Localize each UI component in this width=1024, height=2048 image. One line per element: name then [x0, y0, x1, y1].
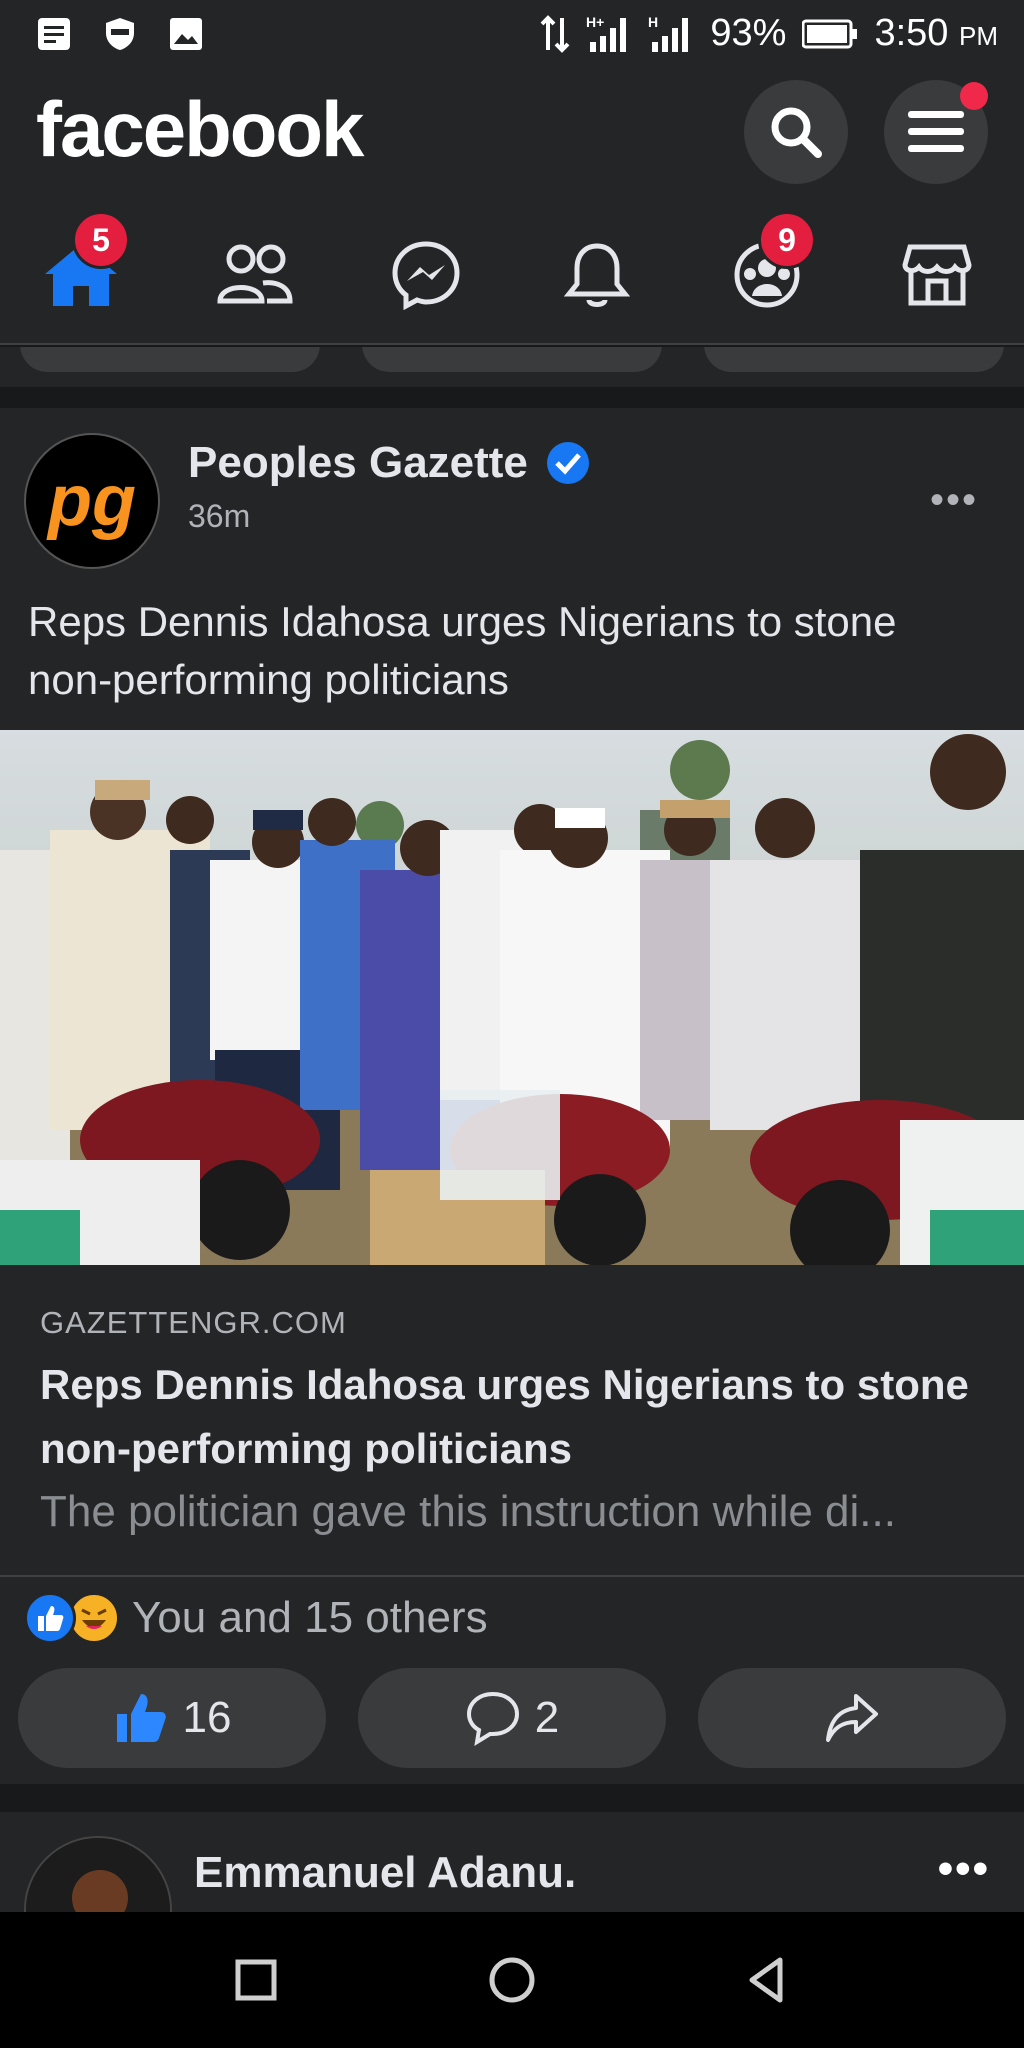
notes-notification-icon	[38, 18, 70, 50]
tab-messenger[interactable]	[381, 235, 471, 315]
svg-text:H+: H+	[586, 14, 604, 30]
marketplace-icon	[902, 244, 972, 306]
post-more-options-button[interactable]: •••	[930, 478, 978, 523]
feed-post: pg Peoples Gazette 36m ••• Reps Dennis I…	[0, 408, 1024, 1784]
story-pill[interactable]	[704, 347, 1004, 372]
friends-icon	[217, 244, 293, 304]
clock-ampm: PM	[959, 21, 998, 51]
post-author-row: Peoples Gazette	[188, 438, 590, 488]
stories-strip	[0, 347, 1024, 387]
post-timestamp[interactable]: 36m	[188, 498, 250, 535]
recent-apps-icon[interactable]	[226, 1950, 286, 2010]
app-header: facebook	[0, 70, 1024, 190]
back-icon[interactable]	[738, 1950, 798, 2010]
data-transfer-icon	[540, 14, 570, 53]
tab-notifications[interactable]	[552, 235, 642, 315]
svg-text:H: H	[648, 14, 658, 30]
feed-divider	[0, 1784, 1024, 1812]
like-button[interactable]: 16	[18, 1668, 326, 1768]
menu-button[interactable]	[884, 80, 988, 184]
tab-groups[interactable]: 9	[722, 211, 816, 315]
groups-badge: 9	[758, 211, 816, 269]
tab-marketplace[interactable]	[892, 235, 982, 315]
comment-icon	[466, 1691, 519, 1746]
post-more-options-button[interactable]: •••	[938, 1844, 990, 1894]
main-nav-tabs: 5 9	[0, 190, 1024, 345]
home-badge: 5	[72, 211, 130, 269]
post-author[interactable]: Emmanuel Adanu.	[194, 1848, 576, 1898]
reaction-text: You and 15 others	[132, 1593, 488, 1642]
page-avatar-logo: pg	[48, 461, 136, 541]
link-domain: GAZETTENGR.COM	[40, 1305, 347, 1340]
like-reaction-icon	[24, 1592, 76, 1644]
shield-notification-icon	[106, 18, 134, 50]
battery-icon	[802, 19, 858, 48]
comment-button[interactable]: 2	[358, 1668, 666, 1768]
share-button[interactable]	[698, 1668, 1006, 1768]
verified-badge-icon	[546, 442, 589, 484]
story-pill[interactable]	[20, 347, 320, 372]
story-pill[interactable]	[362, 347, 662, 372]
status-bar: H+ H 93% 3:50 PM	[0, 0, 1024, 70]
comment-count: 2	[534, 1693, 560, 1742]
link-preview-image[interactable]	[0, 730, 1024, 1265]
battery-percent: 93%	[710, 12, 787, 54]
clock-time: 3:50	[874, 12, 949, 54]
tab-friends[interactable]	[210, 235, 300, 315]
share-icon	[826, 1694, 878, 1742]
tab-home[interactable]: 5	[36, 211, 130, 315]
event-photo	[0, 730, 1024, 1265]
search-icon	[771, 107, 822, 158]
clock: 3:50 PM	[874, 12, 998, 55]
search-button[interactable]	[744, 80, 848, 184]
hamburger-menu-icon	[908, 111, 964, 152]
thumbs-up-icon	[116, 1694, 166, 1742]
signal-h-icon: H	[648, 14, 689, 52]
post-text: Reps Dennis Idahosa urges Nigerians to s…	[28, 598, 897, 703]
home-nav-icon[interactable]	[482, 1950, 542, 2010]
author-avatar[interactable]	[24, 1836, 172, 1912]
bell-icon	[564, 243, 630, 307]
link-description: The politician gave this instruction whi…	[40, 1487, 896, 1536]
menu-notification-dot	[960, 82, 988, 110]
android-nav-bar	[0, 1912, 1024, 2048]
link-preview[interactable]: GAZETTENGR.COM Reps Dennis Idahosa urges…	[0, 1265, 1024, 1577]
page-avatar[interactable]: pg	[24, 433, 160, 569]
feed-post-next: Emmanuel Adanu. •••	[0, 1812, 1024, 1912]
facebook-logo[interactable]: facebook	[36, 84, 364, 175]
like-count: 16	[182, 1693, 232, 1742]
signal-h-plus-icon: H+	[586, 14, 627, 52]
post-author[interactable]: Peoples Gazette	[188, 438, 528, 488]
messenger-icon	[392, 241, 460, 310]
reaction-summary[interactable]: You and 15 others	[24, 1588, 488, 1648]
image-notification-icon	[170, 18, 202, 50]
link-title: Reps Dennis Idahosa urges Nigerians to s…	[40, 1361, 969, 1472]
